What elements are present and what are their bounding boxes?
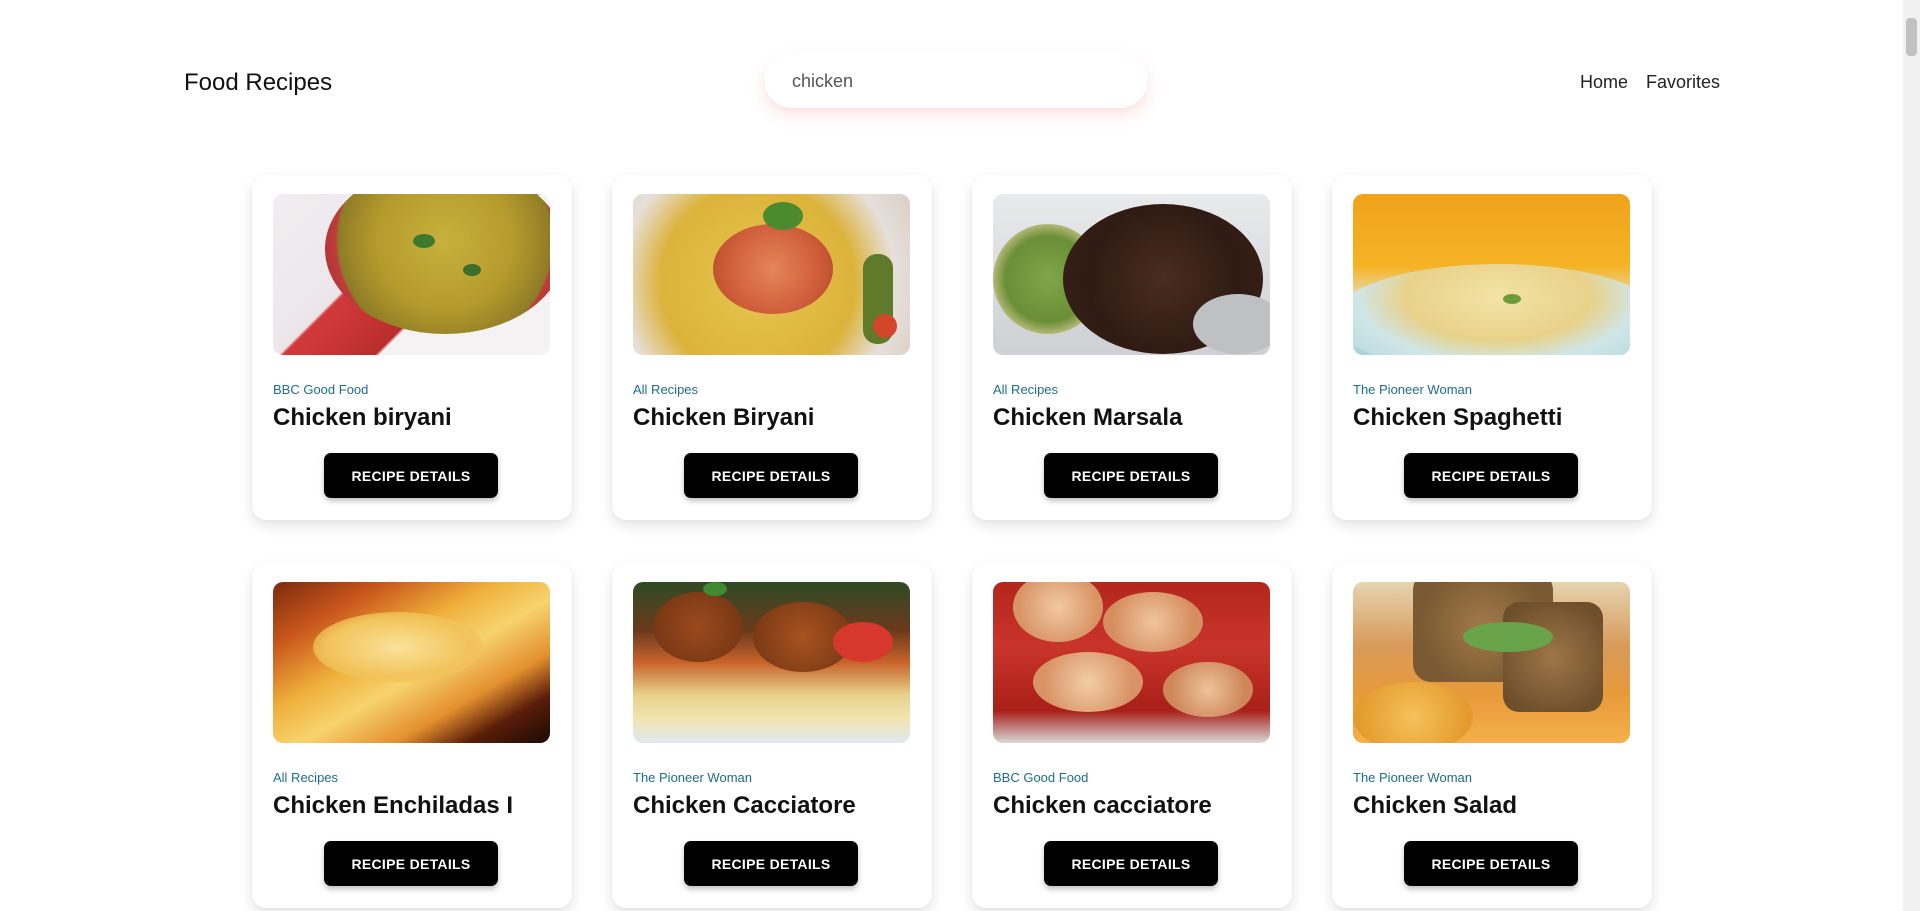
search-bar[interactable]	[764, 52, 1148, 108]
recipe-title: Chicken Biryani	[633, 404, 815, 431]
recipe-card: The Pioneer Woman Chicken Cacciatore REC…	[612, 563, 932, 908]
vertical-scrollbar[interactable]	[1903, 0, 1920, 911]
recipe-title: Chicken biryani	[273, 404, 452, 431]
recipe-details-button[interactable]: RECIPE DETAILS	[1044, 841, 1218, 886]
recipe-image	[633, 582, 910, 743]
top-header: Food Recipes Home Favorites	[184, 52, 1720, 114]
recipe-details-button[interactable]: RECIPE DETAILS	[684, 453, 858, 498]
recipe-card: BBC Good Food Chicken cacciatore RECIPE …	[972, 563, 1292, 908]
recipe-image	[1353, 194, 1630, 355]
nav-link-home[interactable]: Home	[1580, 72, 1628, 93]
nav-link-favorites[interactable]: Favorites	[1646, 72, 1720, 93]
recipe-card: All Recipes Chicken Enchiladas I RECIPE …	[252, 563, 572, 908]
recipe-image	[993, 194, 1270, 355]
recipe-title: Chicken cacciatore	[993, 792, 1212, 819]
recipe-source: BBC Good Food	[273, 382, 369, 397]
main-nav: Home Favorites	[1580, 72, 1720, 93]
recipe-image	[1353, 582, 1630, 743]
recipe-details-button[interactable]: RECIPE DETAILS	[324, 841, 498, 886]
recipe-title: Chicken Spaghetti	[1353, 404, 1563, 431]
search-input[interactable]	[790, 64, 1124, 98]
brand-logo-text[interactable]: Food Recipes	[184, 69, 332, 97]
recipe-card: All Recipes Chicken Biryani RECIPE DETAI…	[612, 175, 932, 520]
recipe-source: BBC Good Food	[993, 770, 1089, 785]
recipe-source: All Recipes	[993, 382, 1059, 397]
recipe-details-button[interactable]: RECIPE DETAILS	[1044, 453, 1218, 498]
recipe-details-button[interactable]: RECIPE DETAILS	[1404, 453, 1578, 498]
recipe-title: Chicken Cacciatore	[633, 792, 856, 819]
recipe-source: The Pioneer Woman	[1353, 382, 1472, 397]
recipe-card: All Recipes Chicken Marsala RECIPE DETAI…	[972, 175, 1292, 520]
recipe-card: The Pioneer Woman Chicken Spaghetti RECI…	[1332, 175, 1652, 520]
recipe-source: All Recipes	[273, 770, 339, 785]
recipe-image	[273, 582, 550, 743]
recipe-image	[633, 194, 910, 355]
recipe-details-button[interactable]: RECIPE DETAILS	[324, 453, 498, 498]
recipe-details-button[interactable]: RECIPE DETAILS	[1404, 841, 1578, 886]
recipe-details-button[interactable]: RECIPE DETAILS	[684, 841, 858, 886]
recipe-title: Chicken Salad	[1353, 792, 1518, 819]
recipe-card: The Pioneer Woman Chicken Salad RECIPE D…	[1332, 563, 1652, 908]
scrollbar-thumb[interactable]	[1906, 18, 1917, 56]
recipe-source: The Pioneer Woman	[633, 770, 752, 785]
recipe-card: BBC Good Food Chicken biryani RECIPE DET…	[252, 175, 572, 520]
recipe-image	[273, 194, 550, 355]
recipe-source: All Recipes	[633, 382, 699, 397]
recipe-app: Food Recipes Home Favorites BBC Good Foo…	[0, 0, 1920, 911]
recipe-image	[993, 582, 1270, 743]
recipe-title: Chicken Marsala	[993, 404, 1183, 431]
recipe-source: The Pioneer Woman	[1353, 770, 1472, 785]
recipe-title: Chicken Enchiladas I	[273, 792, 514, 819]
